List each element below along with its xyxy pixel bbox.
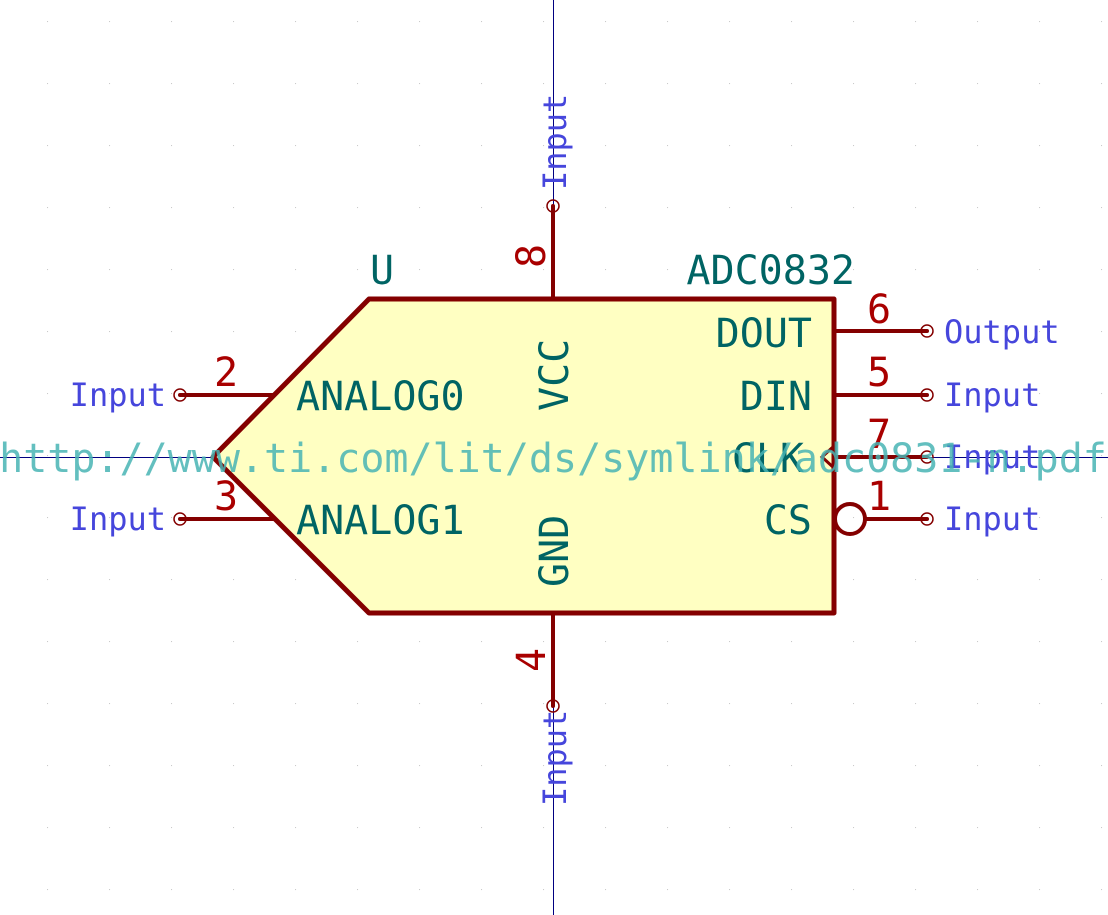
pin-name-analog1: ANALOG1 — [296, 498, 465, 544]
pin-type-vcc: Input — [536, 94, 574, 190]
pin-number-din: 5 — [867, 350, 891, 396]
pin-type-analog1: Input — [70, 500, 166, 538]
pin-name-analog0: ANALOG0 — [296, 374, 465, 420]
pin-name-dout: DOUT — [716, 311, 812, 357]
pin-name-din: DIN — [740, 374, 812, 420]
part-value[interactable]: ADC0832 — [686, 248, 855, 294]
pin-number-analog0: 2 — [214, 350, 238, 396]
pin-number-vcc: 8 — [509, 244, 555, 268]
pin-type-cs: Input — [944, 500, 1040, 538]
pin-number-gnd: 4 — [509, 648, 555, 672]
pin-name-vcc: VCC — [532, 339, 578, 411]
pin-name-gnd: GND — [532, 515, 578, 587]
pin-type-din: Input — [944, 376, 1040, 414]
schematic-canvas[interactable]: ANALOG0 ANALOG1 DOUT DIN CLK CS VCC GND … — [0, 0, 1108, 915]
pin-name-cs: CS — [764, 498, 812, 544]
pin-type-analog0: Input — [70, 376, 166, 414]
pin-type-dout: Output — [944, 313, 1060, 351]
reference-designator[interactable]: U — [370, 248, 394, 294]
datasheet-url[interactable]: http://www.ti.com/lit/ds/symlink/adc0831… — [0, 436, 1107, 482]
pin-number-dout: 6 — [867, 287, 891, 333]
pin-type-gnd: Input — [536, 710, 574, 806]
